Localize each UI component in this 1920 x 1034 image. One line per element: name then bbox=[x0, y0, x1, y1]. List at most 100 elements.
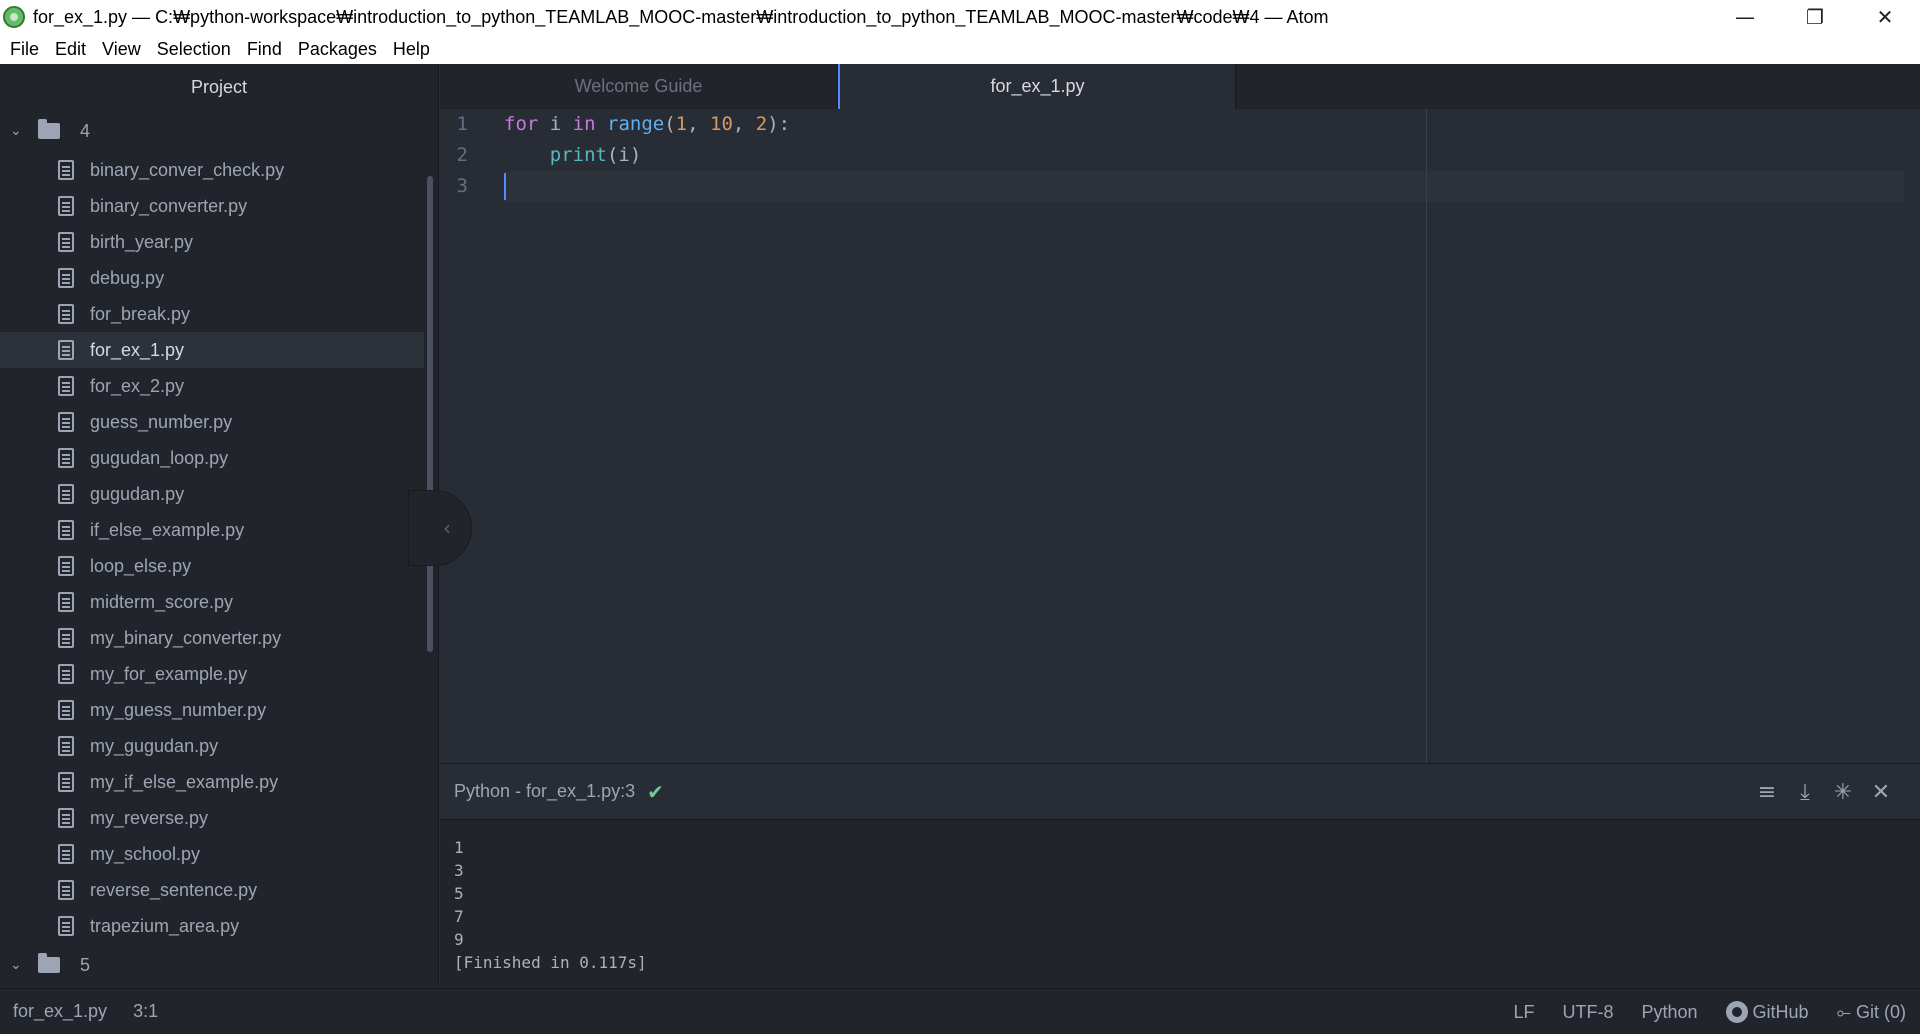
menu-bar: File Edit View Selection Find Packages H… bbox=[0, 34, 1920, 64]
file-item[interactable]: my_binary_converter.py bbox=[0, 620, 438, 656]
file-icon bbox=[58, 916, 74, 936]
file-item[interactable]: if_else_example.py bbox=[0, 512, 438, 548]
close-panel-icon[interactable]: ✕ bbox=[1862, 780, 1900, 805]
file-icon bbox=[58, 628, 74, 648]
tab-bar: Welcome Guide for_ex_1.py bbox=[440, 64, 1920, 109]
panel-title: Python - for_ex_1.py:3 bbox=[454, 781, 636, 801]
code-lines[interactable]: for i in range(1, 10, 2): print(i) bbox=[504, 109, 1920, 202]
code-token: 10 bbox=[710, 113, 733, 135]
menu-packages[interactable]: Packages bbox=[290, 34, 385, 64]
file-item[interactable]: for_ex_1.py bbox=[0, 332, 424, 368]
file-item[interactable]: my_school.py bbox=[0, 836, 438, 872]
file-item[interactable]: my_gugudan.py bbox=[0, 728, 438, 764]
file-item[interactable]: gugudan_loop.py bbox=[0, 440, 438, 476]
file-label: binary_conver_check.py bbox=[90, 159, 285, 180]
file-label: loop_else.py bbox=[90, 555, 192, 576]
code-token: (i) bbox=[606, 144, 642, 166]
script-output-panel: Python - for_ex_1.py:3 ✔ ≡ ⤓ ✳ ✕ 1 3 5 7 9 [Fini… bbox=[440, 763, 1920, 988]
output-line: 9 bbox=[454, 930, 464, 949]
status-bar: for_ex_1.py 3:1 LF UTF-8 Python GitHub ⟜… bbox=[0, 988, 1920, 1034]
window-controls: — ❐ ✕ bbox=[1710, 0, 1920, 34]
tab-for-ex-1[interactable]: for_ex_1.py bbox=[838, 64, 1236, 109]
file-item[interactable]: trapezium_area.py bbox=[0, 908, 438, 944]
copy-output-icon[interactable]: ≡ bbox=[1748, 780, 1786, 805]
file-item[interactable]: my_guess_number.py bbox=[0, 692, 438, 728]
file-label: my_school.py bbox=[90, 843, 201, 864]
tab-welcome-guide[interactable]: Welcome Guide bbox=[440, 64, 838, 109]
file-label: if_else_example.py bbox=[90, 519, 245, 540]
github-icon bbox=[1725, 1001, 1748, 1023]
code-token: in bbox=[572, 113, 596, 135]
panel-toolbar: ≡ ⤓ ✳ ✕ bbox=[1748, 764, 1900, 820]
code-line[interactable]: print(i) bbox=[504, 140, 1920, 171]
file-item[interactable]: for_ex_2.py bbox=[0, 368, 438, 404]
file-label: my_gugudan.py bbox=[90, 735, 219, 756]
status-file-name[interactable]: for_ex_1.py bbox=[13, 1001, 107, 1022]
status-github[interactable]: GitHub bbox=[1725, 1001, 1809, 1023]
file-item[interactable]: midterm_score.py bbox=[0, 584, 438, 620]
file-item[interactable]: for_break.py bbox=[0, 296, 438, 332]
code-editor[interactable]: 1 2 3 for i in range(1, 10, 2): print(i) bbox=[440, 109, 1920, 763]
chevron-down-icon: ⌄ bbox=[10, 957, 22, 973]
status-encoding[interactable]: UTF-8 bbox=[1563, 1002, 1614, 1023]
file-icon bbox=[58, 592, 74, 612]
file-item[interactable]: my_reverse.py bbox=[0, 800, 438, 836]
output-line: 7 bbox=[454, 907, 464, 926]
download-icon[interactable]: ⤓ bbox=[1786, 780, 1824, 805]
file-item[interactable]: birth_year.py bbox=[0, 224, 438, 260]
output-line: 1 bbox=[454, 838, 464, 857]
file-item[interactable]: binary_conver_check.py bbox=[0, 152, 438, 188]
output-line: 3 bbox=[454, 861, 464, 880]
file-tree: ⌄ 4 binary_conver_check.py binary_convert… bbox=[0, 110, 438, 980]
sidebar-scrollbar[interactable] bbox=[427, 176, 433, 652]
folder-item-4[interactable]: ⌄ 4 bbox=[0, 110, 438, 152]
file-label: debug.py bbox=[90, 267, 165, 288]
file-icon bbox=[58, 376, 74, 396]
menu-selection[interactable]: Selection bbox=[149, 34, 239, 64]
menu-view[interactable]: View bbox=[94, 34, 149, 64]
file-icon bbox=[58, 484, 74, 504]
status-grammar[interactable]: Python bbox=[1642, 1002, 1698, 1023]
file-icon bbox=[58, 448, 74, 468]
file-icon bbox=[58, 520, 74, 540]
output-line: [Finished in 0.117s] bbox=[454, 953, 647, 972]
file-item[interactable]: loop_else.py bbox=[0, 548, 438, 584]
file-item[interactable]: binary_converter.py bbox=[0, 188, 438, 224]
status-git[interactable]: ⟜ Git (0) bbox=[1837, 1002, 1906, 1023]
menu-find[interactable]: Find bbox=[239, 34, 290, 64]
file-item[interactable]: reverse_sentence.py bbox=[0, 872, 438, 908]
menu-edit[interactable]: Edit bbox=[47, 34, 94, 64]
close-window-button[interactable]: ✕ bbox=[1850, 0, 1920, 34]
file-item[interactable]: gugudan.py bbox=[0, 476, 438, 512]
sidebar-title[interactable]: Project bbox=[0, 64, 438, 110]
file-list: binary_conver_check.py binary_converter.p… bbox=[0, 152, 438, 944]
status-line-ending[interactable]: LF bbox=[1513, 1002, 1534, 1023]
file-label: guess_number.py bbox=[90, 411, 233, 432]
menu-file[interactable]: File bbox=[2, 34, 47, 64]
pin-icon[interactable]: ✳ bbox=[1824, 780, 1862, 805]
file-item[interactable]: my_if_else_example.py bbox=[0, 764, 438, 800]
file-icon bbox=[58, 736, 74, 756]
file-label: my_guess_number.py bbox=[90, 699, 267, 720]
status-cursor-position[interactable]: 3:1 bbox=[133, 1001, 158, 1022]
file-icon bbox=[58, 232, 74, 252]
folder-item-5[interactable]: ⌄ 5 bbox=[0, 944, 438, 980]
minimize-button[interactable]: — bbox=[1710, 0, 1780, 34]
file-icon bbox=[58, 340, 74, 360]
menu-help[interactable]: Help bbox=[385, 34, 438, 64]
file-item[interactable]: guess_number.py bbox=[0, 404, 438, 440]
file-label: gugudan.py bbox=[90, 483, 185, 504]
code-line[interactable] bbox=[504, 171, 1920, 202]
file-item[interactable]: my_for_example.py bbox=[0, 656, 438, 692]
line-number-gutter: 1 2 3 bbox=[440, 109, 500, 202]
project-sidebar: Project ⌄ 4 binary_conver_check.py binary… bbox=[0, 64, 439, 988]
line-number: 1 bbox=[456, 113, 468, 135]
restore-button[interactable]: ❐ bbox=[1780, 0, 1850, 34]
folder-label: 4 bbox=[80, 120, 91, 141]
code-line[interactable]: for i in range(1, 10, 2): bbox=[504, 109, 1920, 140]
file-item[interactable]: debug.py bbox=[0, 260, 438, 296]
code-token: ): bbox=[767, 113, 791, 135]
folder-label: 5 bbox=[80, 954, 91, 975]
file-icon bbox=[58, 268, 74, 288]
